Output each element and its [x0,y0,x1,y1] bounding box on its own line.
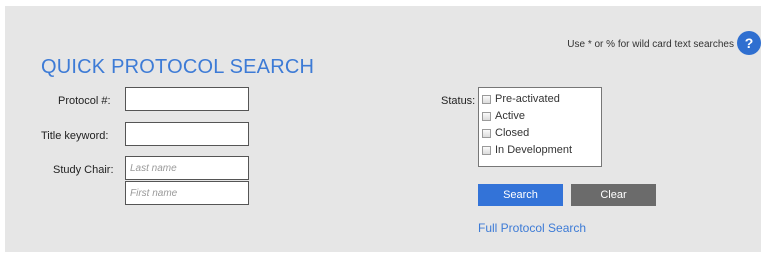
last-name-input[interactable] [125,156,249,180]
protocol-number-label: Protocol #: [58,95,111,107]
title-keyword-input[interactable] [125,122,249,146]
clear-button[interactable]: Clear [571,184,656,206]
wildcard-hint: Use * or % for wild card text searches [567,39,734,50]
status-option-in-development[interactable]: In Development [482,143,572,157]
checkbox-icon[interactable] [482,128,491,138]
title-keyword-label: Title keyword: [41,130,109,142]
page-title: QUICK PROTOCOL SEARCH [41,56,315,78]
checkbox-icon[interactable] [482,94,491,104]
protocol-number-input[interactable] [125,87,249,111]
checkbox-icon[interactable] [482,145,491,155]
first-name-input[interactable] [125,181,249,205]
status-option-label: In Development [495,144,573,156]
status-option-closed[interactable]: Closed [482,126,529,140]
help-icon[interactable]: ? [737,31,761,55]
status-option-pre-activated[interactable]: Pre-activated [482,92,560,106]
search-panel: Use * or % for wild card text searches ?… [5,6,761,252]
search-button[interactable]: Search [478,184,563,206]
status-listbox[interactable]: Pre-activated Active Closed In Developme… [478,87,602,167]
status-option-active[interactable]: Active [482,109,525,123]
full-protocol-search-link[interactable]: Full Protocol Search [478,221,586,235]
checkbox-icon[interactable] [482,111,491,121]
status-option-label: Pre-activated [495,93,560,105]
study-chair-label: Study Chair: [53,164,114,176]
status-option-label: Active [495,110,525,122]
status-option-label: Closed [495,127,530,139]
status-label: Status: [441,95,476,107]
